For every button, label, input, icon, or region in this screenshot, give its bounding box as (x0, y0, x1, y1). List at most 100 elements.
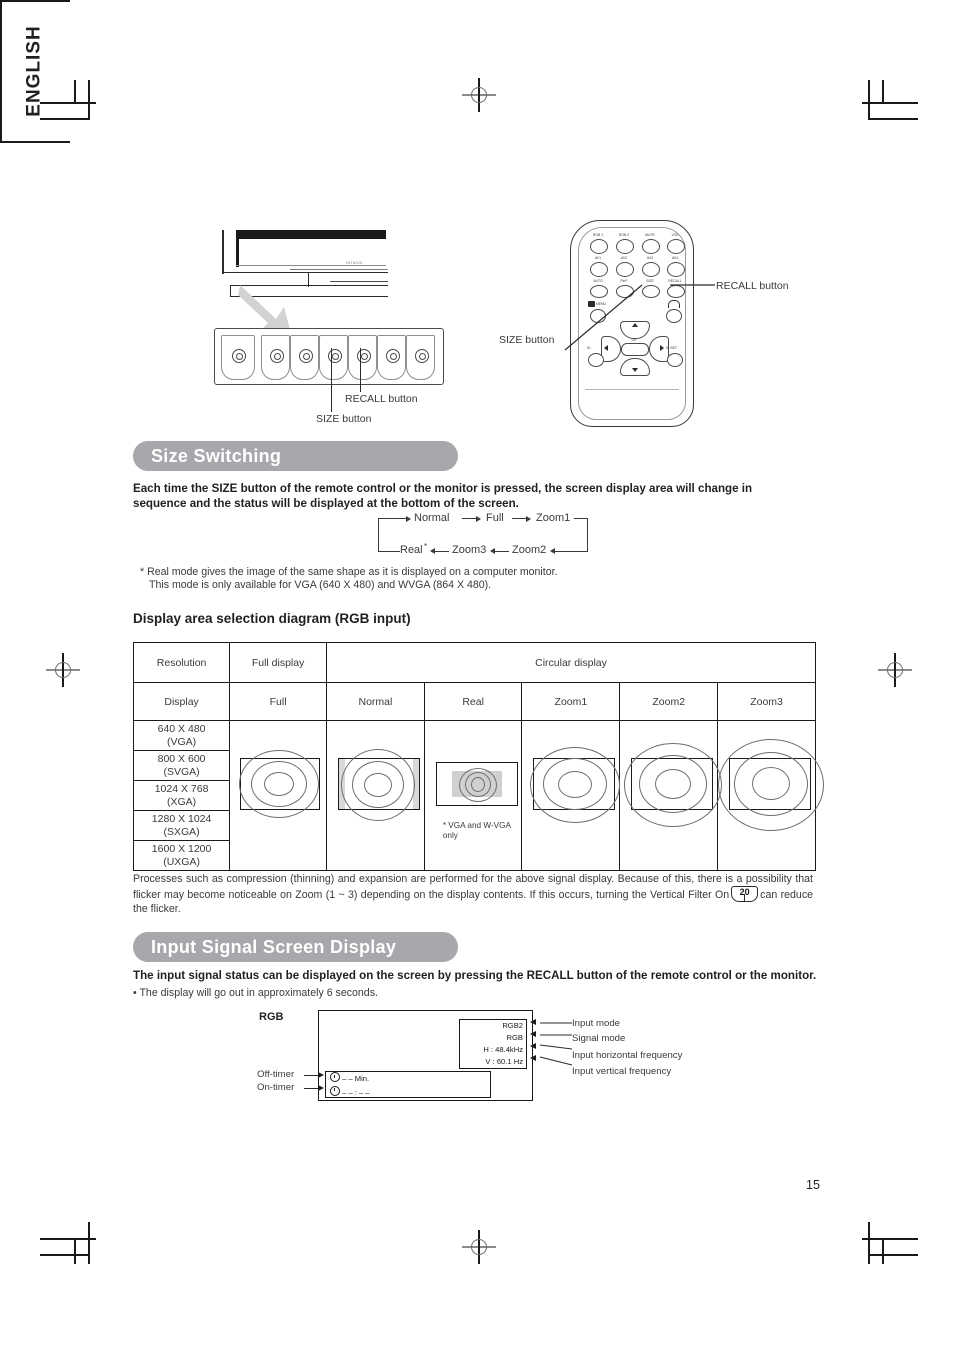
osd-arrow-on-timer (318, 1085, 324, 1091)
section-title-size-switching: Size Switching (151, 445, 282, 466)
page-reference-book-icon: 20 (731, 886, 759, 902)
monitor-button-power[interactable] (221, 335, 255, 380)
monitor-button-size[interactable] (319, 335, 348, 380)
registration-mark-right (878, 653, 912, 687)
cell-image-normal (326, 720, 425, 871)
size-switching-footnote-1: * Real mode gives the image of the same … (140, 566, 558, 578)
callout-leader-monitor-recall (360, 348, 361, 392)
remote-label-vol: VOL (671, 233, 679, 237)
cell-resolution-xga: 1024 X 768 (XGA) (132, 780, 231, 811)
ring-inner (364, 773, 392, 797)
section-header-input-signal: Input Signal Screen Display (133, 932, 458, 962)
osd-signal-box: RGB2 RGB H : 48.4kHz V : 60.1 Hz (459, 1019, 527, 1069)
language-tab-english: ENGLISH (0, 0, 70, 143)
res-name: (VGA) (166, 735, 197, 748)
osd-signal-mode: RGB (506, 1033, 523, 1042)
remote-label-rgb1: RGB 1 (592, 233, 604, 237)
ring-inner (264, 772, 295, 796)
page-reference-number: 20 (739, 887, 750, 897)
section-title-input-signal: Input Signal Screen Display (151, 936, 397, 957)
th-circular-display: Circular display (326, 642, 816, 683)
monitor-button-3[interactable] (377, 335, 406, 380)
remote-divider (585, 389, 679, 390)
real-note-line2: only (442, 831, 458, 840)
button-dot-icon (414, 349, 429, 363)
osd-arrow-v-frequency (530, 1055, 536, 1061)
screen-preview-zoom3 (718, 739, 825, 831)
th-resolution: Resolution (132, 642, 231, 683)
th-zoom1: Zoom1 (521, 682, 621, 721)
ring-inner (470, 777, 485, 792)
res-name: (XGA) (166, 795, 197, 808)
res-name: (UXGA) (163, 855, 200, 868)
screen-preview-zoom1 (530, 747, 621, 823)
button-dot-icon (327, 349, 342, 363)
remote-button-mute[interactable] (642, 239, 660, 254)
th-full: Full (229, 682, 327, 721)
res-value: 1280 X 1024 (151, 813, 212, 825)
monitor-button-2[interactable] (290, 335, 319, 380)
dpad-down-arrow-icon (632, 368, 638, 372)
osd-on-timer-value: – – : – – (342, 1087, 370, 1097)
monitor-button-1[interactable] (261, 335, 290, 380)
cell-resolution-vga: 640 X 480 (VGA) (132, 720, 231, 751)
registration-mark-top (462, 78, 496, 112)
remote-label-rgb2: RGB 2 (618, 233, 630, 237)
flow-node-zoom2: Zoom2 (512, 544, 547, 556)
real-note-line1: * VGA and W-VGA (442, 821, 511, 830)
remote-button-rgb2[interactable] (616, 239, 634, 254)
osd-on-timer-row: – – : – – (326, 1085, 490, 1100)
osd-callout-signal-mode: Signal mode (572, 1033, 626, 1044)
button-dot-icon (269, 349, 284, 363)
size-flow-diagram: Normal Full Zoom1 Real * Zoom3 Zoom2 (378, 512, 588, 560)
remote-button-rgb1[interactable] (590, 239, 608, 254)
flow-node-normal: Normal (414, 512, 450, 524)
page-number: 15 (806, 1178, 820, 1192)
remote-button-vol[interactable] (667, 239, 685, 254)
flow-real-asterisk: * (424, 542, 428, 551)
registration-mark-bottom (462, 1230, 496, 1264)
osd-arrow-input-mode (530, 1019, 536, 1025)
cell-image-zoom1 (521, 720, 621, 871)
input-signal-intro: The input signal status can be displayed… (133, 969, 817, 982)
screen-preview-zoom2 (624, 743, 723, 827)
callout-monitor-recall-label: RECALL button (345, 393, 418, 405)
screen-preview-real (435, 762, 518, 806)
table-header-row-2: Display Full Normal Real Zoom1 Zoom2 Zoo… (132, 682, 816, 721)
callout-monitor-size-label: SIZE button (316, 413, 372, 425)
diagram-note: Processes such as compression (thinning)… (133, 872, 813, 916)
monitor-button-recall[interactable] (348, 335, 377, 380)
osd-v-frequency: V : 60.1 Hz (485, 1057, 523, 1066)
osd-callout-input-mode: Input mode (572, 1018, 621, 1029)
on-timer-clock-icon (330, 1085, 340, 1096)
osd-callout-on-timer: On-timer (257, 1082, 295, 1093)
cell-image-zoom2 (619, 720, 723, 871)
monitor-button-4[interactable] (406, 335, 435, 380)
callout-leader-monitor-size (331, 348, 332, 412)
flow-node-real: Real (400, 544, 423, 556)
res-value: 800 X 600 (157, 753, 206, 765)
screen-preview-normal (338, 749, 420, 821)
th-display: Display (132, 682, 231, 721)
osd-screen-frame: RGB2 RGB H : 48.4kHz V : 60.1 Hz – – Min… (318, 1010, 533, 1101)
osd-h-frequency: H : 48.4kHz (483, 1045, 523, 1054)
off-timer-clock-icon (330, 1072, 340, 1082)
diagram-heading: Display area selection diagram (RGB inpu… (133, 611, 411, 626)
th-zoom2: Zoom2 (619, 682, 719, 721)
osd-off-timer-value: – – Min. (342, 1074, 370, 1083)
button-dot-icon (385, 349, 400, 363)
callout-remote-size-label: SIZE button (499, 334, 555, 346)
th-real: Real (423, 682, 523, 721)
input-signal-bullet: • The display will go out in approximate… (133, 987, 378, 999)
res-value: 1024 X 768 (154, 783, 209, 795)
res-name: (SVGA) (163, 765, 200, 778)
diagram-note-part1: Processes such as compression (thinning)… (133, 873, 813, 901)
osd-callout-v-frequency: Input vertical frequency (572, 1066, 672, 1077)
monitor-button-panel (214, 328, 444, 385)
flow-node-full: Full (486, 512, 504, 524)
monitor-brand-mark: HITACHI (346, 261, 363, 265)
cell-resolution-sxga: 1280 X 1024 (SXGA) (132, 810, 231, 841)
osd-arrow-h-frequency (530, 1043, 536, 1049)
section-header-size-switching: Size Switching (133, 441, 458, 471)
flow-node-zoom1: Zoom1 (536, 512, 571, 524)
